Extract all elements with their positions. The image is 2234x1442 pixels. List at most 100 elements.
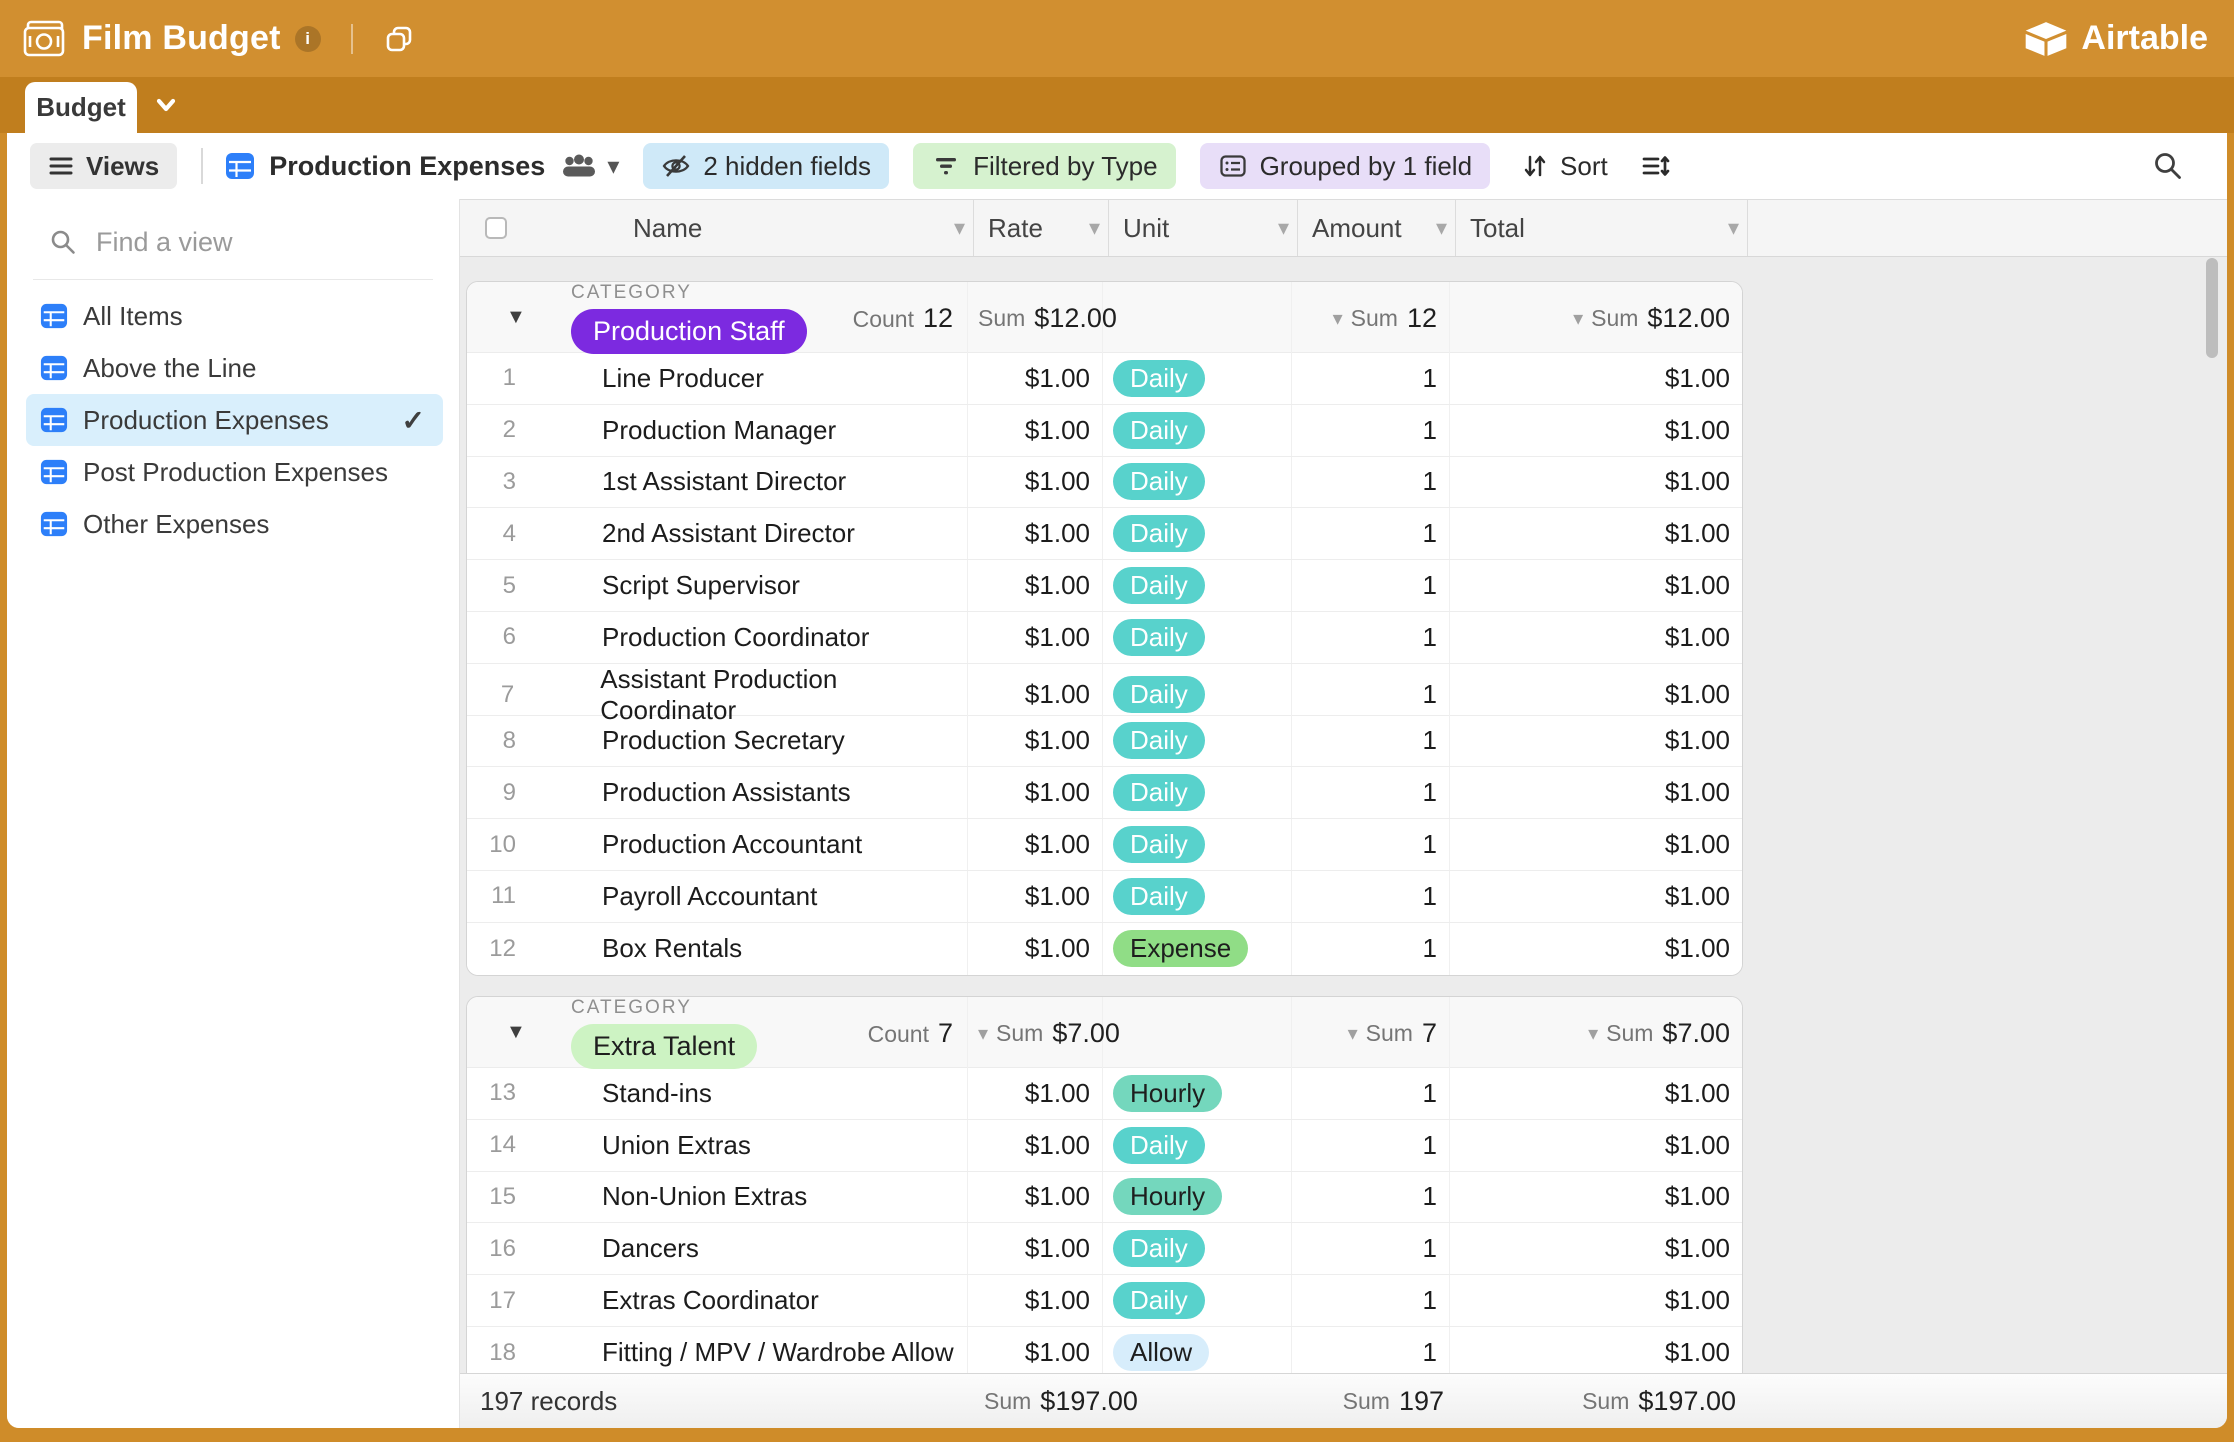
cell-rate[interactable]: $1.00 [968, 611, 1103, 663]
cell-amount[interactable]: 1 [1292, 1275, 1450, 1326]
cell-amount[interactable]: 1 [1292, 508, 1450, 560]
cell-amount[interactable]: 1 [1292, 1068, 1450, 1119]
cell-unit[interactable]: Allow [1103, 1326, 1292, 1373]
column-header-name[interactable]: Name ▾ [460, 200, 974, 256]
column-header-total[interactable]: Total ▾ [1456, 200, 1748, 256]
cell-rate[interactable]: $1.00 [968, 922, 1103, 975]
select-all-checkbox[interactable] [485, 217, 507, 239]
category-pill[interactable]: Production Staff [571, 309, 807, 354]
table-row[interactable]: 9 Production Assistants $1.00 Daily 1 $1.00 [467, 767, 1742, 820]
cell-total[interactable]: $1.00 [1450, 560, 1742, 611]
cell-total[interactable]: $1.00 [1450, 1275, 1742, 1326]
cell-unit[interactable]: Daily [1103, 767, 1292, 819]
table-row[interactable]: 18 Fitting / MPV / Wardrobe Allow $1.00 All… [467, 1326, 1742, 1373]
table-row[interactable]: 8 Production Secretary $1.00 Daily 1 $1.00 [467, 715, 1742, 768]
sum-caret-icon[interactable]: ▾ [1588, 1021, 1598, 1046]
cell-unit[interactable]: Daily [1103, 1223, 1292, 1275]
table-row[interactable]: 2 Production Manager $1.00 Daily 1 $1.00 [467, 404, 1742, 457]
cell-amount[interactable]: 1 [1292, 715, 1450, 767]
sidebar-item-production-expenses[interactable]: Production Expenses ✓ [26, 394, 443, 446]
column-header-amount[interactable]: Amount ▾ [1298, 200, 1456, 256]
column-caret-icon[interactable]: ▾ [1728, 215, 1739, 241]
cell-amount[interactable]: 1 [1292, 1223, 1450, 1275]
sum-caret-icon[interactable]: ▾ [978, 1021, 988, 1046]
cell-rate[interactable]: $1.00 [968, 353, 1103, 404]
cell-total[interactable]: $1.00 [1450, 1120, 1742, 1171]
table-row[interactable]: 10 Production Accountant $1.00 Daily 1 $1.00 [467, 819, 1742, 871]
cell-unit[interactable]: Daily [1103, 819, 1292, 870]
cell-unit[interactable]: Daily [1103, 456, 1292, 508]
column-caret-icon[interactable]: ▾ [1436, 215, 1447, 241]
cell-rate[interactable]: $1.00 [968, 767, 1103, 819]
cell-total[interactable]: $1.00 [1450, 1068, 1742, 1119]
table-row[interactable]: 13 Stand-ins $1.00 Hourly 1 $1.00 [467, 1068, 1742, 1120]
table-row[interactable]: 6 Production Coordinator $1.00 Daily 1 $1.00 [467, 611, 1742, 664]
cell-total[interactable]: $1.00 [1450, 508, 1742, 559]
group-amount-sum[interactable]: ▾ Sum 12 [1292, 282, 1450, 354]
cell-name[interactable]: Extras Coordinator [602, 1285, 819, 1316]
cell-unit[interactable]: Expense [1103, 922, 1292, 975]
cell-total[interactable]: $1.00 [1450, 767, 1742, 818]
cell-name[interactable]: Production Assistants [602, 777, 851, 808]
table-row[interactable]: 11 Payroll Accountant $1.00 Daily 1 $1.00 [467, 870, 1742, 923]
cell-name[interactable]: Payroll Accountant [602, 881, 817, 912]
row-height-button[interactable] [1640, 151, 1670, 181]
tab-expand-chevron-icon[interactable] [152, 91, 180, 119]
category-pill[interactable]: Extra Talent [571, 1024, 758, 1069]
cell-unit[interactable]: Daily [1103, 715, 1292, 767]
group-button[interactable]: Grouped by 1 field [1199, 143, 1491, 189]
cell-amount[interactable]: 1 [1292, 353, 1450, 404]
find-view-input[interactable] [96, 226, 396, 258]
cell-amount[interactable]: 1 [1292, 456, 1450, 508]
cell-name[interactable]: Production Accountant [602, 829, 862, 860]
cell-rate[interactable]: $1.00 [968, 1119, 1103, 1171]
cell-name[interactable]: 2nd Assistant Director [602, 518, 855, 549]
column-caret-icon[interactable]: ▾ [1089, 215, 1100, 241]
table-row[interactable]: 12 Box Rentals $1.00 Expense 1 $1.00 [467, 922, 1742, 975]
collapse-triangle-icon[interactable]: ▼ [506, 1021, 526, 1044]
cell-name[interactable]: Box Rentals [602, 933, 742, 964]
views-button[interactable]: Views [30, 143, 178, 189]
cell-rate[interactable]: $1.00 [968, 870, 1103, 922]
cell-unit[interactable]: Daily [1103, 870, 1292, 922]
cell-amount[interactable]: 1 [1292, 404, 1450, 456]
base-title[interactable]: Film Budget [82, 19, 281, 58]
sum-caret-icon[interactable]: ▾ [1348, 1021, 1358, 1046]
cell-unit[interactable]: Hourly [1103, 1068, 1292, 1119]
cell-total[interactable]: $1.00 [1450, 1172, 1742, 1223]
search-button[interactable] [2151, 149, 2185, 183]
sidebar-item-above-the-line[interactable]: Above the Line [26, 342, 443, 394]
column-header-unit[interactable]: Unit ▾ [1109, 200, 1298, 256]
current-view[interactable]: Production Expenses ▾ [225, 151, 619, 182]
cell-rate[interactable]: $1.00 [968, 1326, 1103, 1373]
column-caret-icon[interactable]: ▾ [954, 215, 965, 241]
table-row[interactable]: 7 Assistant Production Coordinator $1.00 Da… [467, 663, 1742, 726]
group-total-sum[interactable]: ▾ Sum $7.00 [1450, 997, 1742, 1069]
column-caret-icon[interactable]: ▾ [1278, 215, 1289, 241]
footer-amount-sum[interactable]: Sum 197 [1298, 1374, 1456, 1428]
airtable-logo[interactable]: Airtable [2023, 19, 2208, 59]
cell-rate[interactable]: $1.00 [968, 1068, 1103, 1119]
cell-rate[interactable]: $1.00 [968, 456, 1103, 508]
cell-amount[interactable]: 1 [1292, 560, 1450, 611]
cell-rate[interactable]: $1.00 [968, 560, 1103, 611]
cell-total[interactable]: $1.00 [1450, 923, 1742, 975]
cell-total[interactable]: $1.00 [1450, 716, 1742, 767]
cell-unit[interactable]: Daily [1103, 353, 1292, 404]
cell-amount[interactable]: 1 [1292, 1171, 1450, 1223]
cell-name[interactable]: Fitting / MPV / Wardrobe Allow [602, 1337, 954, 1368]
table-row[interactable]: 16 Dancers $1.00 Daily 1 $1.00 [467, 1223, 1742, 1276]
cell-unit[interactable]: Daily [1103, 611, 1292, 663]
group-rate-sum[interactable]: ▾ Sum $7.00 [968, 997, 1120, 1069]
cell-total[interactable]: $1.00 [1450, 405, 1742, 456]
cell-total[interactable]: $1.00 [1450, 1223, 1742, 1274]
cell-rate[interactable]: $1.00 [968, 404, 1103, 456]
info-icon[interactable]: i [294, 25, 321, 52]
hidden-fields-button[interactable]: 2 hidden fields [643, 143, 890, 189]
cell-total[interactable]: $1.00 [1450, 457, 1742, 508]
cell-name[interactable]: 1st Assistant Director [602, 466, 846, 497]
cell-amount[interactable]: 1 [1292, 922, 1450, 975]
cell-name[interactable]: Production Coordinator [602, 622, 869, 653]
group-amount-sum[interactable]: ▾ Sum 7 [1292, 997, 1450, 1069]
cell-name[interactable]: Stand-ins [602, 1078, 712, 1109]
